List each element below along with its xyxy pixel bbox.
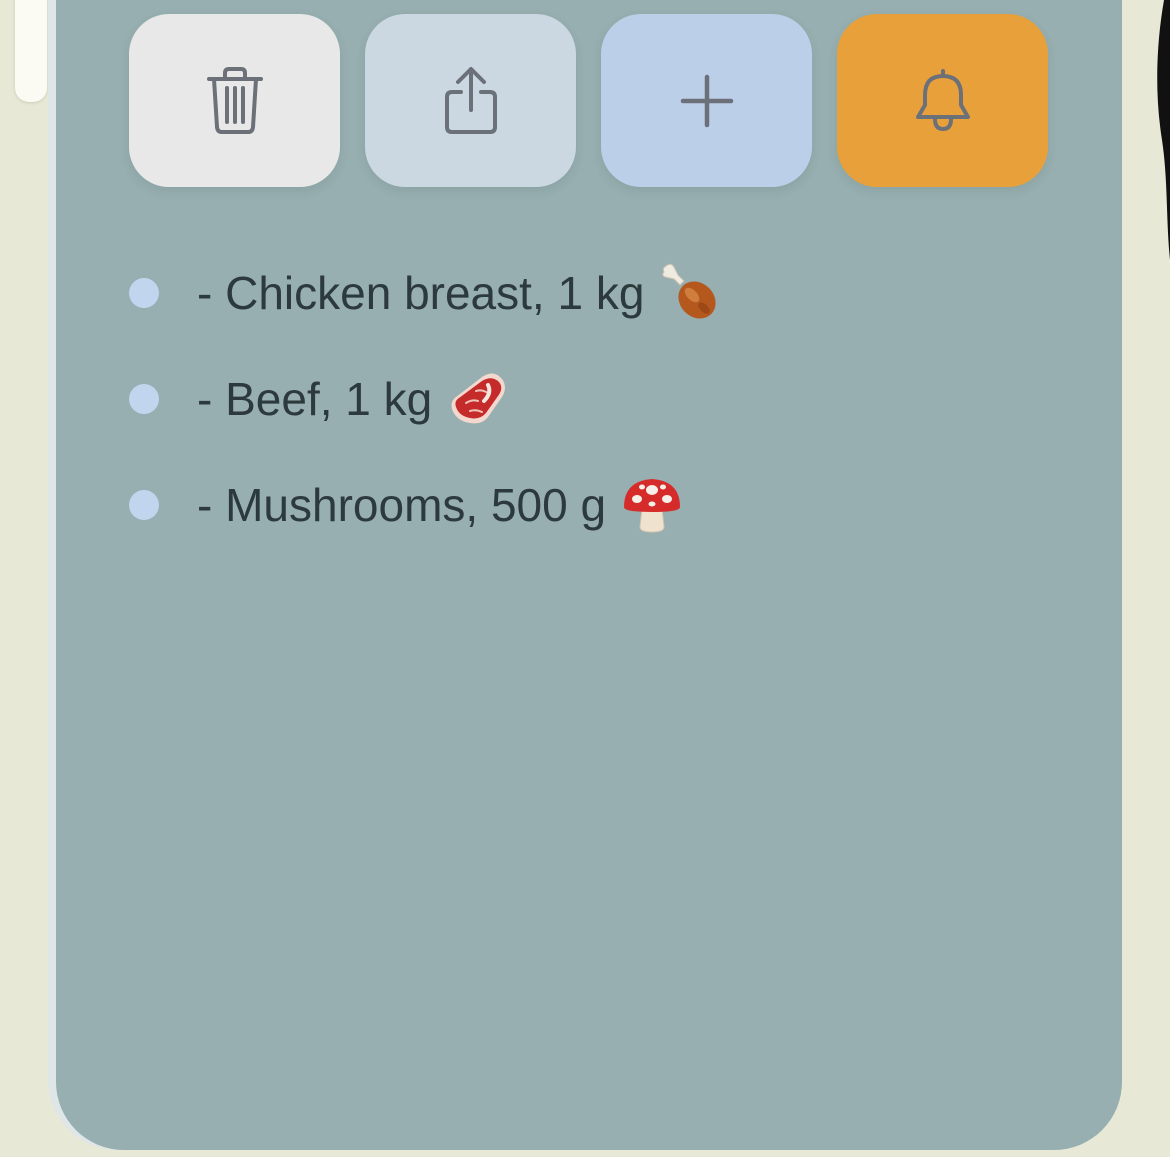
trash-icon (205, 66, 265, 136)
bullet-marker (129, 278, 159, 308)
reminder-button[interactable] (837, 14, 1048, 187)
list-item-text: - Mushrooms, 500 g (197, 479, 607, 531)
poultry-leg-icon (660, 262, 722, 324)
plus-icon (680, 74, 734, 128)
list-item[interactable]: - Mushrooms, 500 g (129, 452, 722, 558)
list-item[interactable]: - Beef, 1 kg (129, 346, 722, 452)
bell-icon (913, 67, 973, 135)
mushroom-icon (622, 475, 682, 535)
add-button[interactable] (601, 14, 812, 187)
action-toolbar (129, 14, 1048, 187)
list-item[interactable]: - Chicken breast, 1 kg (129, 240, 722, 346)
side-panel-handle[interactable] (15, 0, 47, 102)
cut-of-meat-icon (448, 371, 508, 427)
share-button[interactable] (365, 14, 576, 187)
bullet-marker (129, 490, 159, 520)
delete-button[interactable] (129, 14, 340, 187)
grocery-list: - Chicken breast, 1 kg - Beef, 1 kg - Mu… (129, 240, 722, 558)
bullet-marker (129, 384, 159, 414)
right-edge-decoration (1157, 0, 1170, 260)
share-icon (443, 66, 499, 136)
list-item-text: - Beef, 1 kg (197, 373, 433, 425)
list-item-text: - Chicken breast, 1 kg (197, 267, 645, 319)
